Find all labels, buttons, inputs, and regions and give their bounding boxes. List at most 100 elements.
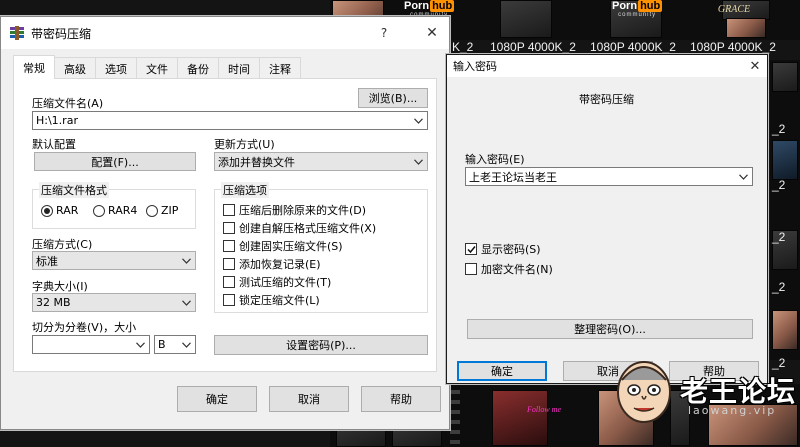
tab-time[interactable]: 时间 (218, 57, 260, 79)
format-rar4-radio[interactable]: RAR4 (93, 204, 137, 217)
format-rar-radio[interactable]: RAR (41, 204, 78, 217)
lock-archive-checkbox[interactable]: 锁定压缩文件(L) (223, 292, 320, 308)
dictionary-size-label: 字典大小(I) (32, 280, 88, 293)
archive-options-group-title: 压缩选项 (221, 182, 269, 198)
encrypt-filenames-checkbox[interactable]: 加密文件名(N) (465, 261, 553, 277)
checkbox-box (223, 240, 235, 252)
thumbnail-caption: _2 (772, 178, 786, 192)
thumbnail (772, 62, 798, 92)
password-dialog: 输入密码 ✕ 带密码压缩 输入密码(E) 上老王论坛当老王 显示密码(S) 加密… (446, 54, 768, 384)
archive-format-group-title: 压缩文件格式 (39, 182, 109, 198)
lock-archive-label: 锁定压缩文件(L) (239, 294, 320, 307)
thumbnail-text: GRACE (717, 4, 751, 15)
checkbox-checked (465, 243, 477, 255)
recovery-record-label: 添加恢复记录(E) (239, 258, 321, 271)
archive-dialog-tabs: 常规 高级 选项 文件 备份 时间 注释 (13, 55, 301, 79)
show-password-label: 显示密码(S) (481, 243, 541, 256)
create-solid-checkbox[interactable]: 创建固实压缩文件(S) (223, 238, 343, 254)
checkbox-box (223, 294, 235, 306)
chevron-down-icon[interactable] (135, 340, 145, 350)
dictionary-size-select[interactable]: 32 MB (32, 293, 196, 312)
thumbnail (492, 390, 548, 446)
delete-after-checkbox[interactable]: 压缩后删除原来的文件(D) (223, 202, 366, 218)
archive-dialog-title: 带密码压缩 (31, 26, 92, 41)
create-sfx-checkbox[interactable]: 创建自解压格式压缩文件(X) (223, 220, 376, 236)
watermark-subtext: laowang.vip (688, 404, 777, 417)
password-ok-button[interactable]: 确定 (457, 361, 547, 381)
compression-method-select[interactable]: 标准 (32, 251, 196, 270)
chevron-down-icon (181, 298, 191, 308)
thumbnail-caption: _2 (772, 122, 786, 136)
chevron-down-icon[interactable] (413, 116, 423, 126)
thumbnail-caption: _2 (772, 356, 786, 370)
tab-comment[interactable]: 注释 (259, 57, 301, 79)
close-icon[interactable]: ✕ (415, 17, 449, 49)
split-unit-value: B (158, 338, 166, 351)
cancel-button[interactable]: 取消 (269, 386, 349, 412)
thumbnail-strip-right (770, 60, 800, 360)
update-mode-label: 更新方式(U) (214, 138, 275, 151)
show-password-checkbox[interactable]: 显示密码(S) (465, 241, 541, 257)
split-volumes-label: 切分为分卷(V)，大小 (32, 321, 137, 334)
split-size-input[interactable] (32, 335, 150, 354)
ok-button[interactable]: 确定 (177, 386, 257, 412)
thumbnail-caption: _2 (772, 280, 786, 294)
tab-general[interactable]: 常规 (13, 55, 55, 79)
thumbnail (500, 0, 552, 38)
tab-options[interactable]: 选项 (95, 57, 137, 79)
thumbnail-caption: 1080P 4000K_2 (690, 40, 776, 54)
archive-dialog: 带密码压缩 ? ✕ 常规 高级 选项 文件 备份 时间 注释 压缩文件名(A) … (0, 16, 450, 430)
radio-indicator (93, 204, 105, 217)
password-value: 上老王论坛当老王 (469, 170, 557, 184)
chevron-down-icon[interactable] (738, 172, 748, 182)
password-dialog-titlebar[interactable]: 输入密码 ✕ (447, 55, 767, 77)
thumbnail-caption: _2 (772, 230, 786, 244)
winrar-app-icon (9, 25, 25, 41)
tab-files[interactable]: 文件 (136, 57, 178, 79)
format-zip-label: ZIP (161, 204, 179, 217)
password-dialog-title: 输入密码 (453, 60, 497, 73)
checkbox-box (223, 204, 235, 216)
thumbnail (772, 310, 798, 350)
thumbnail-caption: 1080P 4000K_2 (590, 40, 676, 54)
test-files-checkbox[interactable]: 测试压缩的文件(T) (223, 274, 331, 290)
chevron-down-icon (181, 256, 191, 266)
archive-dialog-titlebar[interactable]: 带密码压缩 ? ✕ (1, 17, 449, 49)
thumbnail (772, 140, 798, 180)
format-zip-radio[interactable]: ZIP (146, 204, 178, 217)
help-titlebar-button[interactable]: ? (367, 17, 401, 49)
enter-password-label: 输入密码(E) (465, 153, 525, 166)
set-password-button[interactable]: 设置密码(P)... (214, 335, 428, 355)
archive-name-value: H:\1.rar (36, 114, 78, 127)
dictionary-size-value: 32 MB (36, 296, 71, 309)
tab-advanced[interactable]: 高级 (54, 57, 96, 79)
thumbnail-caption: 1080P 4000K_2 (490, 40, 576, 54)
thumbnail-text: Follow me (527, 405, 561, 414)
checkbox-box (465, 263, 477, 275)
split-unit-select[interactable]: B (154, 335, 196, 354)
format-rar4-label: RAR4 (108, 204, 138, 217)
create-solid-label: 创建固实压缩文件(S) (239, 240, 343, 253)
update-mode-value: 添加并替换文件 (218, 155, 295, 169)
thumbnail-caption: K_2 (452, 40, 474, 54)
profiles-button[interactable]: 配置(F)... (34, 152, 196, 171)
browse-button[interactable]: 浏览(B)... (358, 88, 428, 108)
password-input[interactable]: 上老王论坛当老王 (465, 167, 753, 186)
chevron-down-icon (181, 340, 191, 350)
recovery-record-checkbox[interactable]: 添加恢复记录(E) (223, 256, 321, 272)
general-tab-panel: 压缩文件名(A) 浏览(B)... H:\1.rar 默认配置 配置(F)...… (13, 78, 437, 372)
archive-name-input[interactable]: H:\1.rar (32, 111, 428, 130)
format-rar-label: RAR (56, 204, 79, 217)
encrypt-filenames-label: 加密文件名(N) (481, 263, 553, 276)
radio-indicator (146, 204, 158, 217)
organize-passwords-button[interactable]: 整理密码(O)... (467, 319, 753, 339)
password-dialog-heading: 带密码压缩 (579, 93, 634, 106)
checkbox-box (223, 222, 235, 234)
radio-selected-indicator (41, 204, 53, 217)
update-mode-select[interactable]: 添加并替换文件 (214, 152, 428, 171)
help-button[interactable]: 帮助 (361, 386, 441, 412)
archive-options-group: 压缩选项 压缩后删除原来的文件(D) 创建自解压格式压缩文件(X) 创建固实压缩… (214, 182, 428, 313)
compression-method-label: 压缩方式(C) (32, 238, 93, 251)
close-icon[interactable]: ✕ (743, 55, 767, 77)
tab-backup[interactable]: 备份 (177, 57, 219, 79)
